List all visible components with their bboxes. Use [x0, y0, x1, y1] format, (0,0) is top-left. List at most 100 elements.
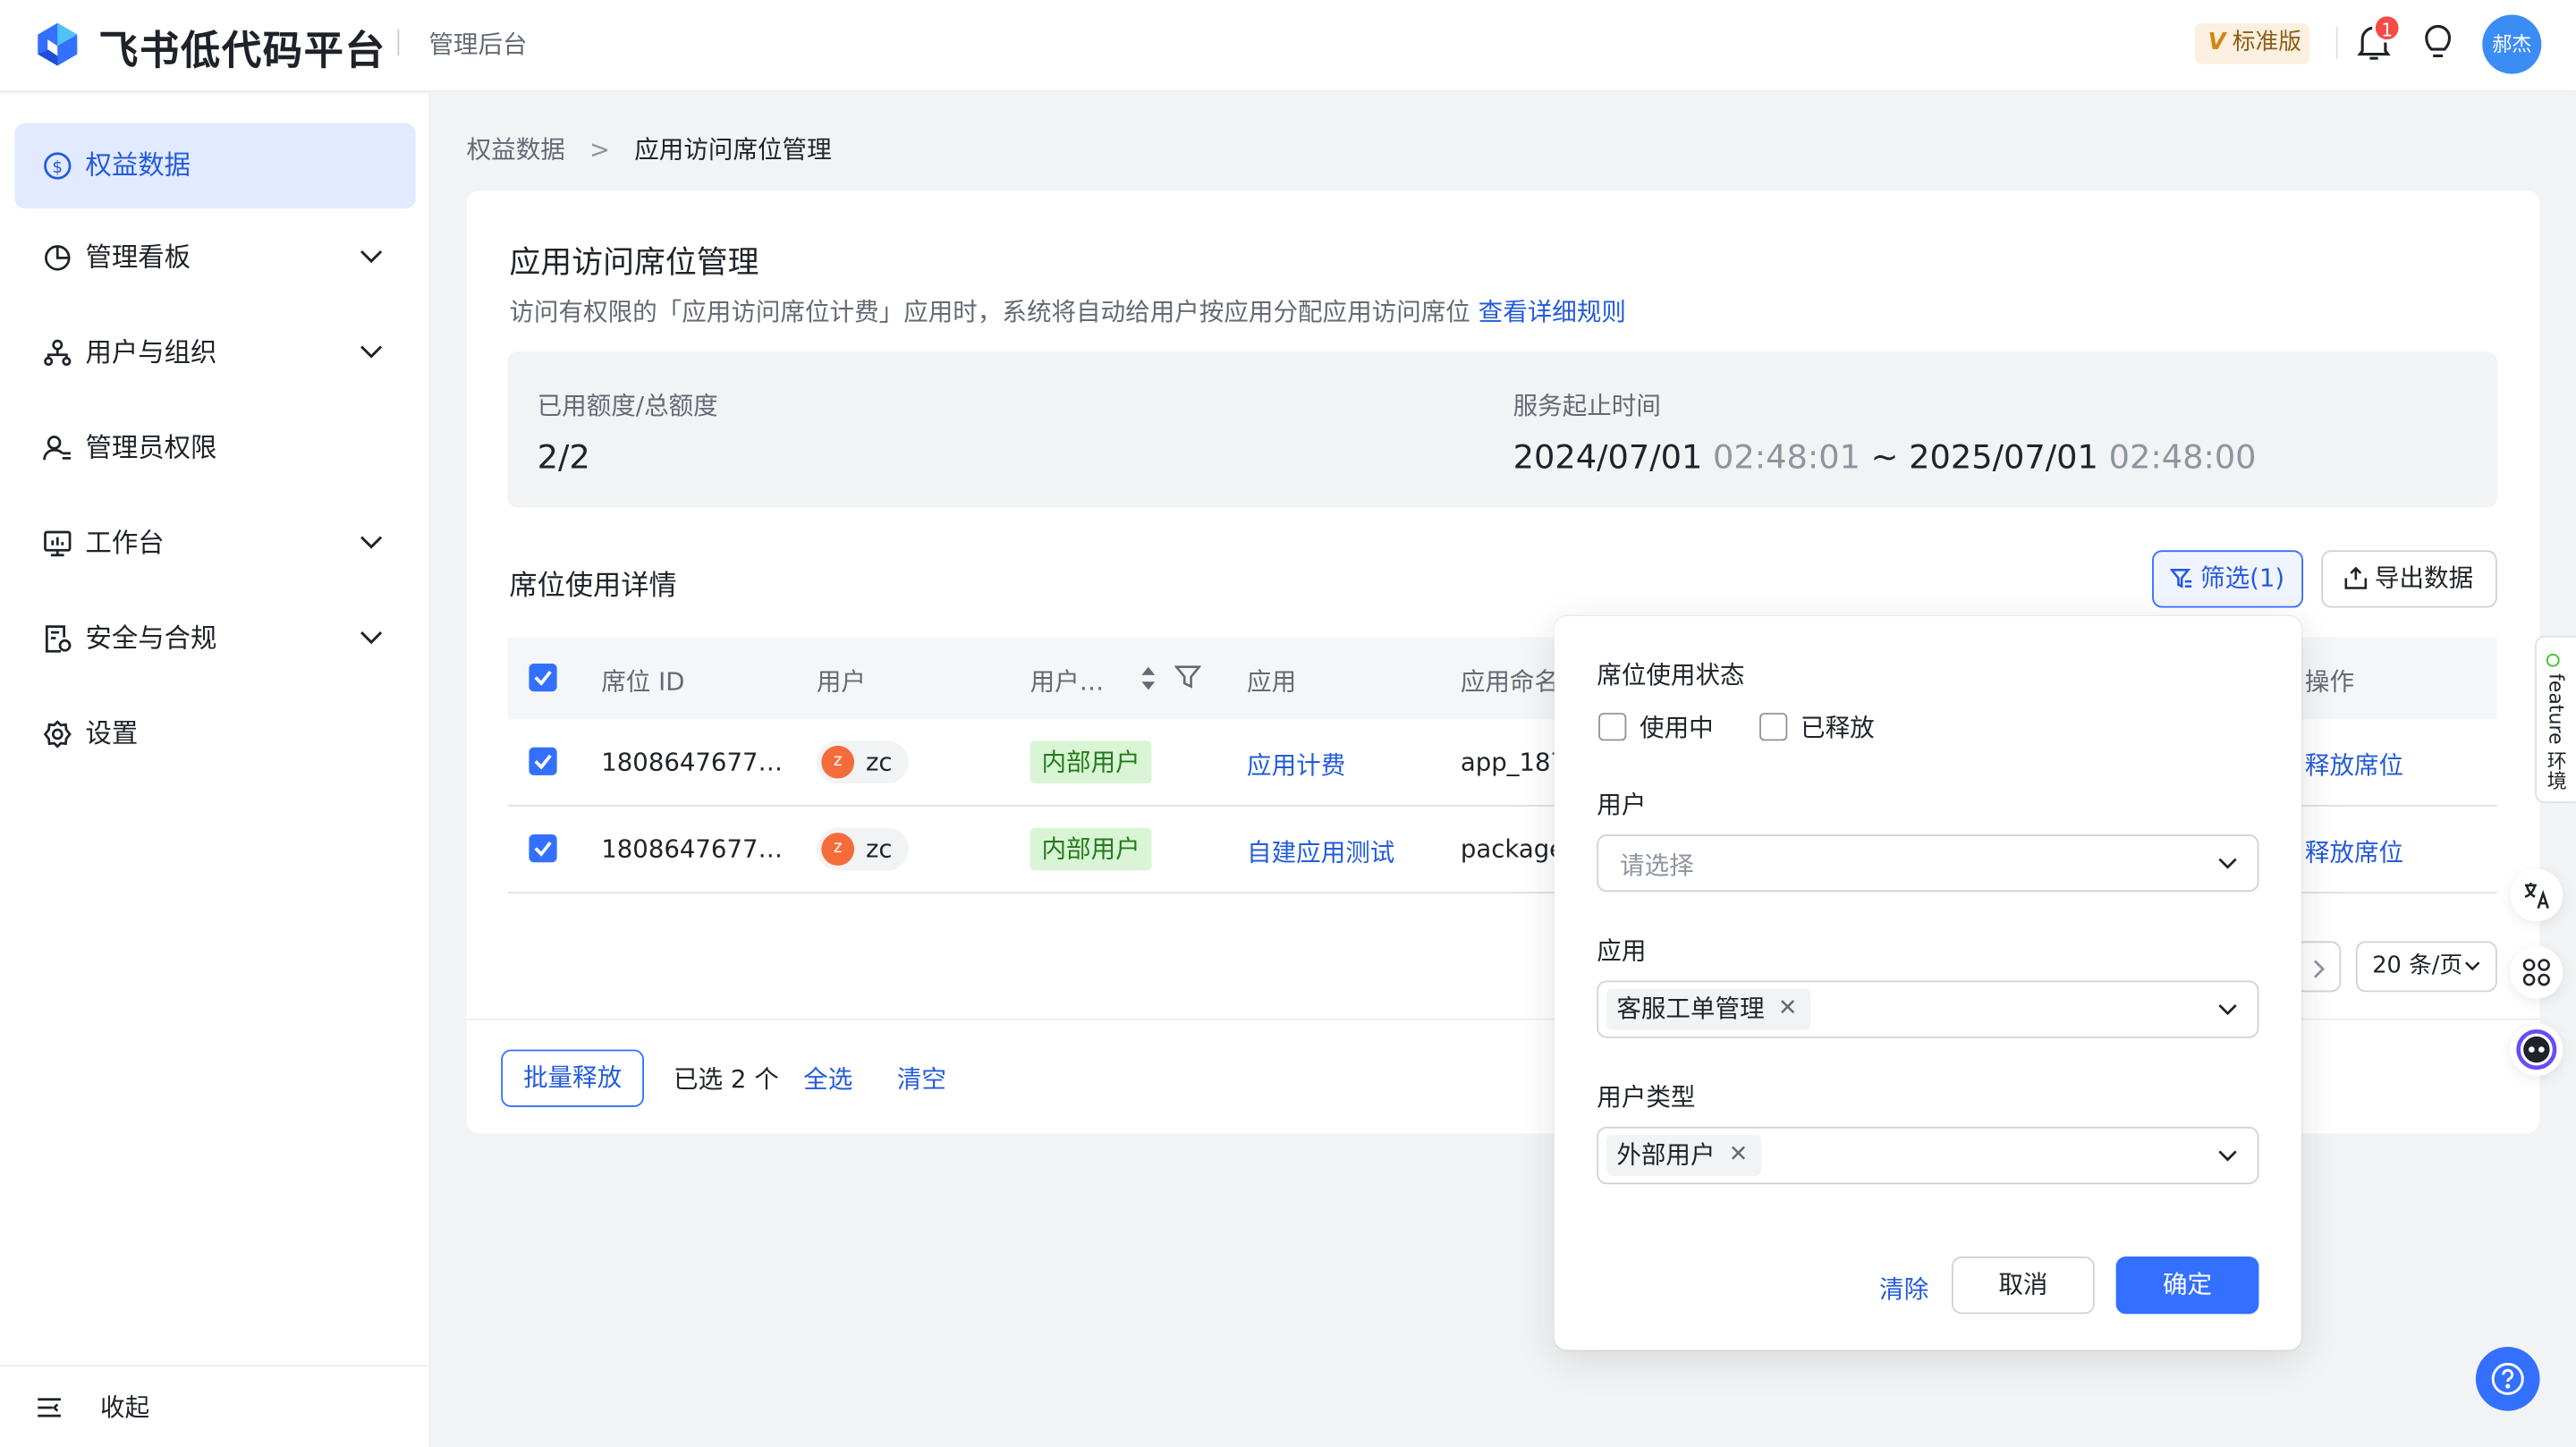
app-link[interactable]: 应用计费 [1247, 748, 1345, 783]
quota-label: 已用额度/总额度 [537, 391, 718, 421]
user-type-select[interactable]: 外部用户 ✕ [1597, 1126, 2259, 1185]
user-type-tag-text: 外部用户 [1616, 1139, 1716, 1170]
lightbulb-icon[interactable] [2421, 23, 2454, 63]
stats-panel [507, 351, 2497, 508]
dollar-circle-icon: $ [44, 152, 72, 180]
environment-tab[interactable]: feature 环境 [2535, 635, 2576, 804]
column-header-actions: 操作 [2304, 666, 2355, 697]
app-name-cell: package [1460, 834, 1565, 865]
breadcrumb-parent[interactable]: 权益数据 [467, 135, 565, 165]
seat-status-label: 席位使用状态 [1597, 660, 1745, 690]
description-text: 访问有权限的「应用访问席位计费」应用时，系统将自动给用户按应用分配应用访问席位 [509, 297, 1470, 327]
end-time: 02:48:00 [2108, 436, 2257, 477]
user-select[interactable]: 请选择 [1597, 834, 2259, 893]
sidebar-item-workbench[interactable]: 工作台 [15, 501, 416, 587]
start-date: 2024/07/01 [1513, 436, 1703, 477]
status-in-use-label[interactable]: 使用中 [1640, 709, 1714, 744]
version-badge[interactable]: V 标准版 [2194, 22, 2310, 64]
user-type-tag: 内部用户 [1030, 740, 1152, 784]
collapse-label: 收起 [100, 1392, 150, 1423]
app-select[interactable]: 客服工单管理 ✕ [1597, 980, 2259, 1038]
sidebar-item-label: 用户与组织 [85, 336, 217, 368]
chevron-down-icon [2464, 961, 2480, 971]
filter-button[interactable]: 筛选(1) [2152, 550, 2304, 608]
sidebar-item-label: 管理看板 [85, 241, 191, 273]
chevron-down-icon [2218, 1004, 2237, 1016]
sidebar-item-label: 安全与合规 [85, 622, 217, 654]
svg-text:$: $ [52, 158, 63, 177]
row-checkbox[interactable] [529, 834, 557, 863]
sort-icon[interactable] [1140, 665, 1157, 691]
header-divider [397, 30, 400, 56]
env-label: feature 环境 [2545, 673, 2568, 791]
filter-label: 筛选(1) [2200, 563, 2285, 594]
page-title: 应用访问席位管理 [509, 244, 759, 282]
column-header-app: 应用 [1247, 666, 1297, 697]
sidebar-item-label: 工作台 [85, 527, 165, 559]
chevron-down-icon [2218, 1150, 2237, 1162]
export-icon [2345, 566, 2368, 589]
user-avatar[interactable]: 郝杰 [2482, 14, 2542, 74]
release-seat-link[interactable]: 释放席位 [2305, 834, 2403, 869]
user-avatar-small: z [821, 833, 855, 866]
app-link[interactable]: 自建应用测试 [1247, 834, 1394, 869]
clear-selection-link[interactable]: 清空 [897, 1061, 946, 1096]
service-period-value: 2024/07/01 02:48:01 ~ 2025/07/01 02:48:0… [1513, 437, 2257, 477]
page-size-select[interactable]: 20 条/页 [2355, 941, 2497, 993]
sidebar-item-admin-permissions[interactable]: 管理员权限 [15, 406, 416, 492]
admin-user-icon [43, 436, 71, 461]
sidebar-item-users-org[interactable]: 用户与组织 [15, 310, 416, 396]
status-in-use-checkbox[interactable] [1598, 713, 1627, 741]
breadcrumb-separator: > [589, 134, 611, 165]
filter-cancel-button[interactable]: 取消 [1951, 1256, 2095, 1315]
column-filter-icon[interactable] [1174, 665, 1201, 690]
filter-confirm-button[interactable]: 确定 [2115, 1256, 2259, 1315]
chevron-down-icon [2218, 858, 2237, 869]
user-filter-label: 用户 [1597, 790, 1647, 820]
tag-remove-icon[interactable]: ✕ [1729, 1135, 1749, 1176]
sidebar-item-dashboard[interactable]: 管理看板 [15, 216, 416, 301]
select-all-checkbox[interactable] [529, 663, 557, 692]
sidebar-item-settings[interactable]: 设置 [15, 691, 416, 777]
apps-button[interactable] [2510, 945, 2563, 999]
batch-release-button[interactable]: 批量释放 [501, 1049, 644, 1107]
rules-link[interactable]: 查看详细规则 [1479, 297, 1626, 326]
page-description: 访问有权限的「应用访问席位计费」应用时，系统将自动给用户按应用分配应用访问席位 … [509, 294, 1626, 329]
sidebar-item-entitlement-data[interactable]: $ 权益数据 [14, 123, 416, 209]
chevron-right-icon [2313, 960, 2325, 978]
status-released-checkbox[interactable] [1759, 713, 1788, 741]
row-checkbox[interactable] [529, 747, 557, 775]
user-name: zc [865, 834, 893, 865]
apps-grid-icon [2522, 959, 2550, 986]
release-seat-link[interactable]: 释放席位 [2305, 748, 2403, 783]
help-button[interactable] [2475, 1347, 2540, 1411]
breadcrumb-current: 应用访问席位管理 [634, 134, 832, 165]
version-label: 标准版 [2232, 30, 2301, 56]
assistant-button[interactable] [2510, 1023, 2563, 1076]
chevron-down-icon [360, 250, 383, 264]
export-button[interactable]: 导出数据 [2321, 550, 2497, 608]
filter-clear-button[interactable]: 清除 [1879, 1272, 1928, 1307]
export-label: 导出数据 [2374, 563, 2474, 594]
tag-remove-icon[interactable]: ✕ [1778, 989, 1798, 1030]
chevron-down-icon [360, 631, 383, 645]
user-type-filter-label: 用户类型 [1597, 1082, 1696, 1113]
seat-id-cell: 1808647677… [601, 834, 784, 865]
column-header-seat-id: 席位 ID [601, 666, 685, 697]
page-size-label: 20 条/页 [2372, 952, 2463, 979]
security-doc-icon [45, 625, 72, 653]
user-chip[interactable]: z zc [816, 740, 909, 784]
user-chip[interactable]: z zc [816, 827, 909, 871]
org-icon [44, 339, 72, 367]
translate-button[interactable] [2510, 868, 2563, 922]
column-header-app-name: 应用命名 [1460, 666, 1560, 697]
pie-chart-icon [45, 245, 71, 271]
notification-badge: 1 [2372, 13, 2402, 43]
select-all-link[interactable]: 全选 [803, 1061, 852, 1096]
sidebar-collapse-button[interactable]: 收起 [0, 1365, 429, 1447]
sidebar-item-security-compliance[interactable]: 安全与合规 [15, 597, 416, 682]
user-select-placeholder: 请选择 [1619, 850, 1694, 881]
next-page-button[interactable] [2294, 941, 2342, 993]
status-released-label[interactable]: 已释放 [1801, 709, 1875, 744]
brand-name: 飞书低代码平台 [98, 28, 386, 74]
